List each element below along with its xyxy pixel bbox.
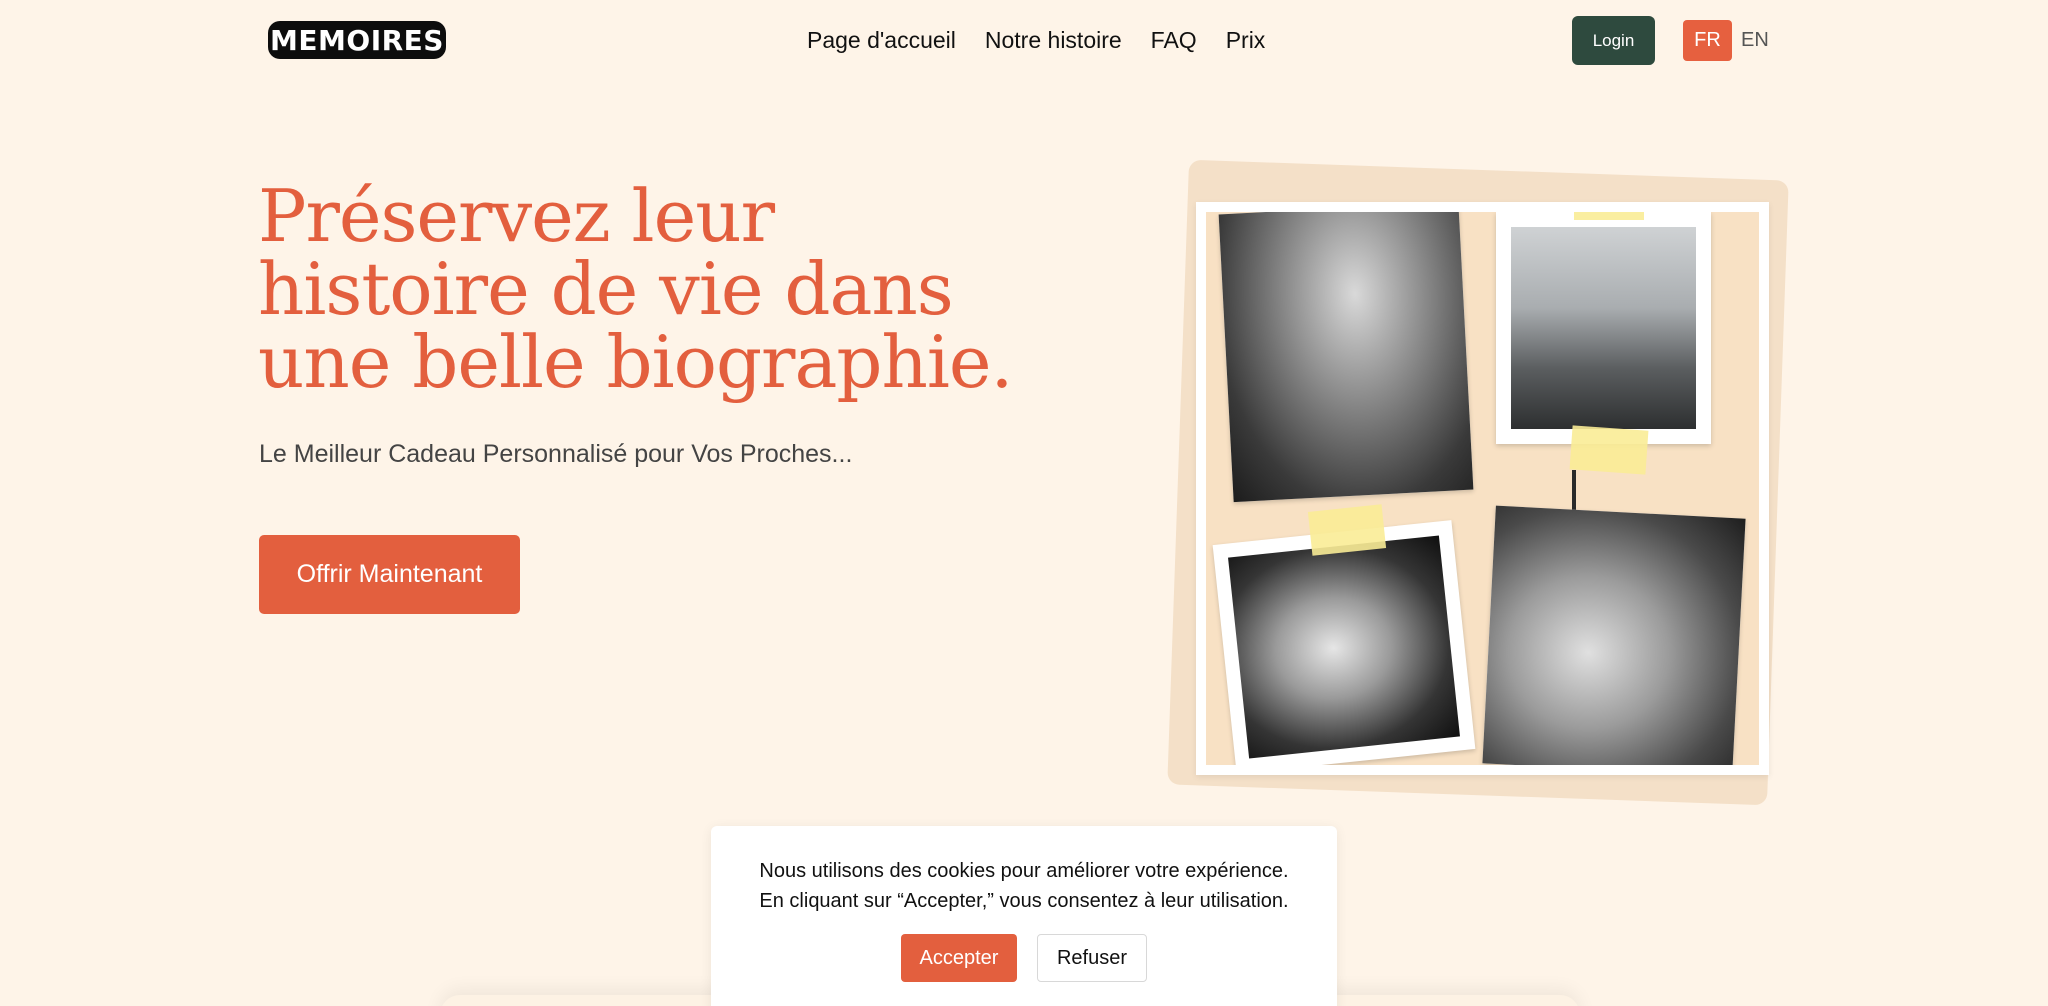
logo[interactable]: MEMOIRES [268, 21, 446, 59]
cookie-message: Nous utilisons des cookies pour améliore… [759, 860, 1289, 912]
hero-title: Préservez leur histoire de vie dans une … [258, 174, 1013, 404]
tape-strip [1574, 212, 1644, 220]
family-photo [1496, 212, 1711, 444]
nav-faq[interactable]: FAQ [1151, 26, 1197, 54]
friends-photo [1482, 505, 1746, 765]
refuse-cookies-button[interactable]: Refuser [1037, 934, 1147, 982]
photo-collage-image [1206, 212, 1759, 765]
baby-photo [1218, 212, 1474, 503]
offer-now-button[interactable]: Offrir Maintenant [259, 535, 520, 614]
tape-strip [1569, 425, 1649, 475]
language-fr-button[interactable]: FR [1683, 20, 1732, 61]
language-en-button[interactable]: EN [1741, 20, 1769, 61]
nav-our-story[interactable]: Notre histoire [985, 26, 1122, 54]
login-button[interactable]: Login [1572, 16, 1655, 65]
tape-strip [1307, 504, 1387, 556]
accept-cookies-button[interactable]: Accepter [901, 934, 1017, 982]
main-nav: Page d'accueil Notre histoire FAQ Prix [807, 26, 1265, 54]
nav-home[interactable]: Page d'accueil [807, 26, 956, 54]
hero-subtitle: Le Meilleur Cadeau Personnalisé pour Vos… [259, 440, 853, 468]
grandfather-photo [1212, 520, 1476, 765]
cookie-banner: Nous utilisons des cookies pour améliore… [711, 826, 1337, 1006]
nav-pricing[interactable]: Prix [1226, 26, 1266, 54]
